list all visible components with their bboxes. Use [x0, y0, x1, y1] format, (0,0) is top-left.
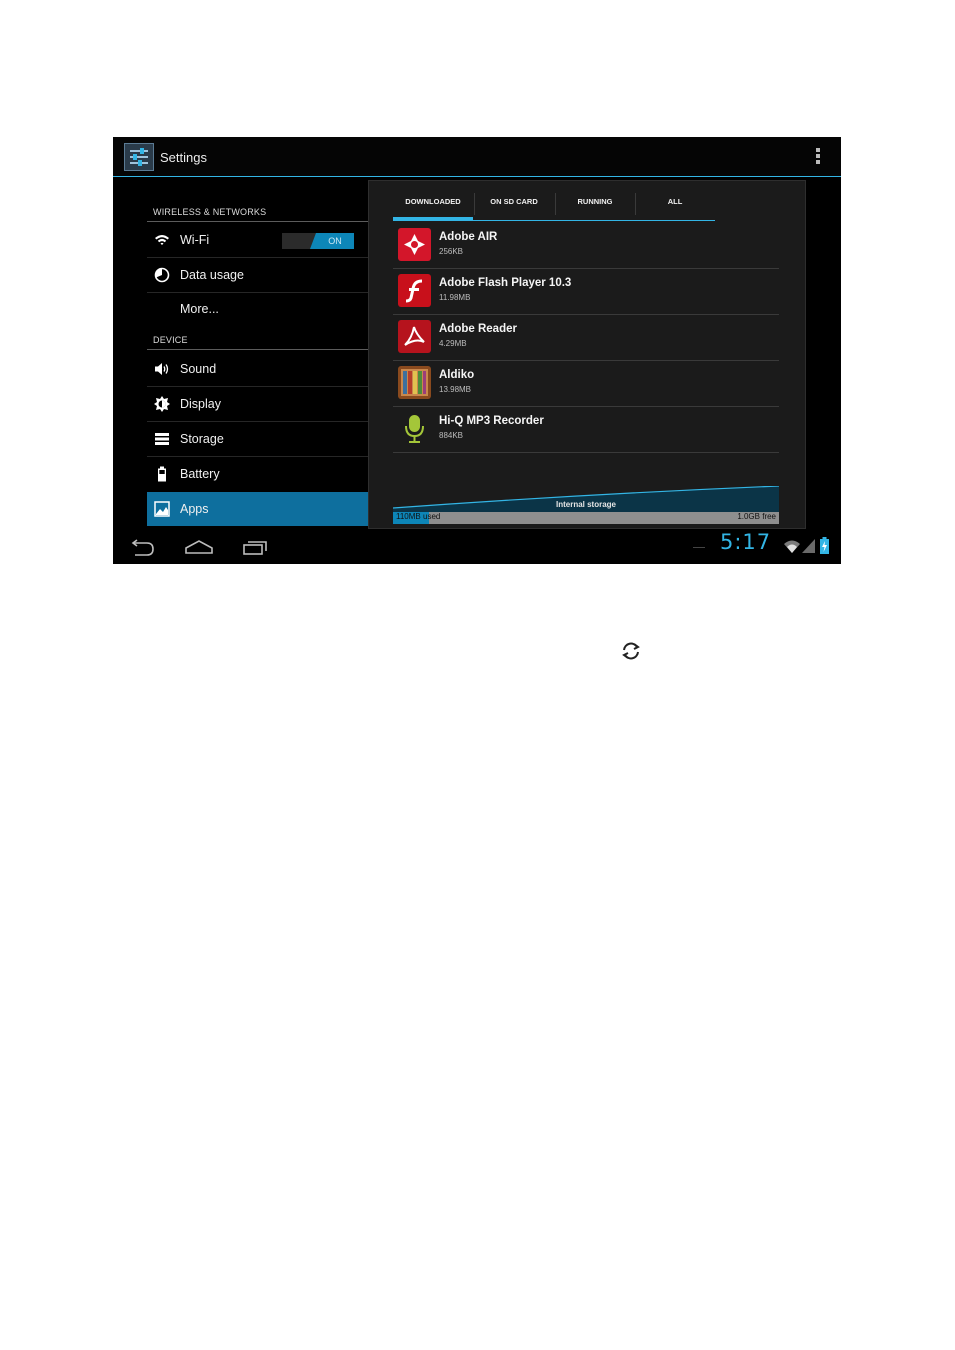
sidebar-item-storage[interactable]: Storage — [147, 422, 368, 456]
recent-apps-icon[interactable] — [243, 539, 269, 555]
battery-status-icon — [820, 537, 829, 554]
refresh-icon[interactable] — [619, 639, 643, 663]
app-row-aldiko[interactable]: Aldiko 13.98MB — [393, 361, 779, 407]
microphone-icon — [398, 412, 431, 445]
storage-used-suffix: used — [423, 512, 441, 521]
app-name: Adobe Flash Player 10.3 — [439, 277, 572, 289]
action-bar-divider — [113, 176, 841, 177]
sidebar-item-label: Battery — [180, 467, 220, 481]
sidebar-item-data-usage[interactable]: Data usage — [147, 258, 368, 292]
overflow-menu-icon[interactable] — [814, 148, 822, 166]
tab-downloaded[interactable]: DOWNLOADED — [393, 187, 473, 220]
adobe-flash-icon — [398, 274, 431, 307]
sidebar-item-label: Wi-Fi — [180, 233, 210, 247]
tab-running[interactable]: RUNNING — [555, 187, 635, 220]
app-size: 11.98MB — [439, 293, 471, 302]
section-header-device: DEVICE — [153, 335, 188, 345]
tabs-underline — [393, 220, 715, 221]
action-bar: Settings — [113, 137, 841, 176]
app-row-hiq-recorder[interactable]: Hi-Q MP3 Recorder 884KB — [393, 407, 779, 453]
sidebar-item-label: Storage — [180, 432, 224, 446]
wifi-toggle[interactable]: ON — [282, 233, 354, 249]
adobe-air-icon — [398, 228, 431, 261]
back-icon[interactable] — [129, 539, 155, 557]
display-icon — [154, 396, 170, 412]
section-divider — [147, 221, 368, 222]
sidebar-item-apps[interactable]: Apps — [147, 492, 368, 526]
storage-bar: 110MB used 1.0GB free — [393, 512, 779, 524]
toggle-state: ON — [310, 233, 354, 249]
sidebar-item-label: More... — [180, 302, 219, 316]
app-name: Hi-Q MP3 Recorder — [439, 415, 544, 427]
internal-storage-meter: Internal storage 110MB used 1.0GB free — [393, 486, 779, 526]
app-size: 13.98MB — [439, 385, 472, 394]
tablet-screen: Settings WIRELESS & NETWORKS Wi-Fi ON Da… — [113, 137, 841, 564]
settings-list: WIRELESS & NETWORKS Wi-Fi ON Data usage … — [147, 178, 368, 526]
sidebar-item-more[interactable]: More... — [147, 292, 368, 326]
page-title: Settings — [160, 150, 207, 165]
app-size: 256KB — [439, 247, 464, 256]
wifi-signal-icon — [783, 538, 801, 554]
wifi-icon — [154, 232, 170, 248]
app-filter-tabs: DOWNLOADED ON SD CARD RUNNING ALL — [393, 187, 715, 221]
app-row-adobe-air[interactable]: Adobe AIR 256KB — [393, 223, 779, 269]
sidebar-item-wifi[interactable]: Wi-Fi ON — [147, 223, 368, 257]
data-usage-icon — [154, 267, 170, 283]
sidebar-item-label: Display — [180, 397, 221, 411]
apps-panel: DOWNLOADED ON SD CARD RUNNING ALL Adobe … — [368, 180, 806, 529]
tab-all[interactable]: ALL — [635, 187, 715, 220]
app-size: 4.29MB — [439, 339, 467, 348]
app-size: 884KB — [439, 431, 464, 440]
sidebar-item-label: Apps — [180, 502, 209, 516]
row-divider — [393, 452, 779, 453]
app-name: Adobe Reader — [439, 323, 517, 335]
tab-on-sd-card[interactable]: ON SD CARD — [474, 187, 554, 220]
sound-icon — [154, 361, 170, 377]
storage-title: Internal storage — [555, 500, 616, 509]
sidebar-item-display[interactable]: Display — [147, 387, 368, 421]
aldiko-icon — [398, 366, 431, 399]
status-clock: 5:17 — [720, 530, 772, 554]
home-icon[interactable] — [185, 539, 213, 555]
adobe-reader-icon — [398, 320, 431, 353]
app-row-adobe-reader[interactable]: Adobe Reader 4.29MB — [393, 315, 779, 361]
sidebar-item-label: Sound — [180, 362, 217, 376]
storage-free-label: 1.0GB free — [737, 512, 776, 521]
section-divider — [147, 349, 368, 350]
app-name: Aldiko — [439, 369, 475, 381]
apps-icon — [154, 501, 170, 517]
storage-used-value: 110MB — [396, 512, 421, 521]
battery-icon — [154, 466, 170, 482]
settings-app-icon[interactable] — [124, 143, 154, 171]
storage-icon — [154, 431, 170, 447]
system-bar: 5:17 — [113, 530, 841, 564]
notification-indicator[interactable] — [693, 547, 705, 548]
cell-signal-icon — [801, 538, 816, 554]
storage-used-label: 110MB used — [396, 512, 440, 521]
sidebar-item-sound[interactable]: Sound — [147, 352, 368, 386]
sidebar-item-battery[interactable]: Battery — [147, 457, 368, 491]
section-header-wireless: WIRELESS & NETWORKS — [153, 207, 267, 217]
app-name: Adobe AIR — [439, 231, 498, 243]
sidebar-item-label: Data usage — [180, 268, 244, 282]
app-row-adobe-flash[interactable]: Adobe Flash Player 10.3 11.98MB — [393, 269, 779, 315]
